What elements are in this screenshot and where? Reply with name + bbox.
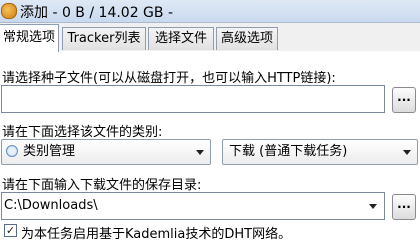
download-type-select[interactable]: 下载 (普通下载任务): [222, 139, 418, 165]
globe-icon: [6, 145, 18, 157]
app-icon: [1, 3, 17, 19]
category-select[interactable]: 类别管理: [1, 139, 211, 165]
tab-advanced-options[interactable]: 高级选项: [216, 27, 278, 50]
tab-select-files[interactable]: 选择文件: [148, 27, 214, 50]
tab-tracker-list[interactable]: Tracker列表: [62, 27, 146, 50]
window-title: 添加 - 0 B / 14.02 GB -: [20, 5, 174, 21]
category-select-value: 类别管理: [23, 144, 76, 159]
chevron-down-icon[interactable]: [369, 204, 377, 209]
torrent-file-input[interactable]: [1, 85, 385, 113]
torrent-browse-button[interactable]: ...: [392, 87, 416, 113]
title-bar: 添加 - 0 B / 14.02 GB -: [0, 0, 420, 23]
save-dir-label: 请在下面输入下载文件的保存目录:: [2, 178, 202, 193]
general-options-panel: 请选择种子文件(可以从磁盘打开，也可以输入HTTP链接): ... 请在下面选择…: [0, 51, 420, 248]
dht-label: 为本任务启用基于Kademlia技术的DHT网络。: [21, 227, 292, 242]
save-dir-value: C:\Downloads\: [4, 198, 98, 213]
save-dir-input[interactable]: C:\Downloads\: [1, 192, 385, 220]
category-label: 请在下面选择该文件的类别:: [2, 125, 163, 140]
save-dir-browse-button[interactable]: ...: [392, 194, 416, 220]
tab-bar: 常规选项 Tracker列表 选择文件 高级选项: [0, 24, 420, 52]
chevron-down-icon: [403, 150, 411, 155]
torrent-file-label: 请选择种子文件(可以从磁盘打开，也可以输入HTTP链接):: [2, 71, 336, 86]
dht-checkbox[interactable]: ✓: [4, 224, 17, 237]
download-type-value: 下载 (普通下载任务): [229, 144, 348, 159]
chevron-down-icon: [196, 150, 204, 155]
tab-general-options[interactable]: 常规选项: [0, 24, 59, 52]
